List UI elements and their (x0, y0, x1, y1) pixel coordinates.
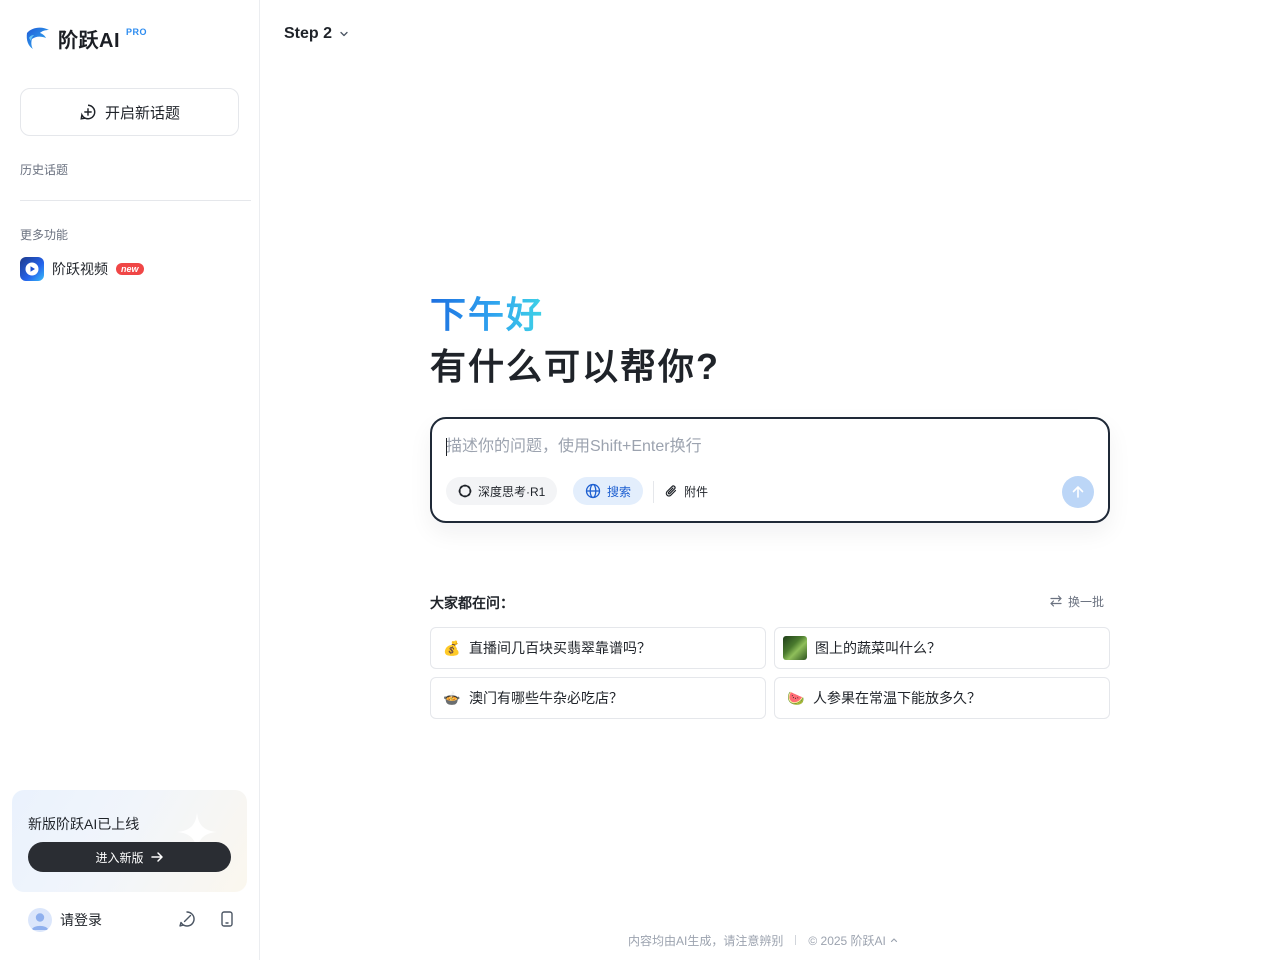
copyright-text: © 2025 阶跃AI (808, 933, 886, 948)
model-selector[interactable]: Step 2 (284, 24, 350, 44)
model-name: Step 2 (284, 25, 333, 42)
new-topic-label: 开启新话题 (104, 104, 180, 122)
ai-disclaimer: 内容均由AI生成，请注意辨别 (628, 933, 784, 948)
add-chat-icon (80, 104, 96, 120)
question-text: 直播间几百块买翡翠靠谱吗？ (469, 640, 651, 656)
atom-icon (458, 484, 472, 498)
sidebar-item-video[interactable]: 阶跃视频 new (20, 257, 144, 281)
refresh-questions-button[interactable]: 换一批 (1049, 593, 1104, 609)
stew-pot-icon: 🍲 (443, 689, 461, 706)
deep-think-toggle[interactable]: 深度思考·R1 (446, 477, 558, 505)
money-bag-icon: 💰 (443, 639, 461, 656)
promo-button-label: 进入新版 (95, 850, 144, 865)
login-label: 请登录 (60, 912, 102, 928)
attachment-button[interactable]: 附件 (652, 477, 720, 505)
deep-think-label: 深度思考·R1 (478, 484, 546, 499)
question-card[interactable]: 🍲 澳门有哪些牛杂必吃店？ (430, 677, 766, 719)
mobile-app-icon[interactable] (218, 910, 236, 928)
greeting-title: 下午好 (430, 286, 544, 338)
popular-questions-title: 大家都在问： (430, 595, 514, 611)
dolphin-logo-icon (26, 27, 49, 49)
paperclip-icon (665, 485, 677, 497)
chat-composer: 深度思考·R1 搜索 附件 (430, 417, 1110, 523)
sidebar-item-label: 阶跃视频 (52, 261, 108, 277)
avatar (28, 908, 52, 932)
question-card[interactable]: 图上的蔬菜叫什么？ (774, 627, 1110, 669)
send-button[interactable] (1062, 476, 1094, 508)
brand-logo[interactable]: 阶跃AI PRO (24, 24, 147, 52)
promo-title: 新版阶跃AI已上线 (28, 816, 140, 832)
brand-name: 阶跃AI (58, 29, 120, 52)
video-play-icon (20, 257, 44, 281)
feedback-icon[interactable] (178, 910, 196, 928)
refresh-label: 换一批 (1068, 594, 1105, 609)
arrow-right-icon (150, 852, 163, 862)
new-badge: new (116, 263, 144, 275)
new-topic-button[interactable]: 开启新话题 (20, 88, 239, 136)
search-toggle[interactable]: 搜索 (573, 477, 644, 505)
sidebar-divider (20, 200, 251, 201)
footer-divider (795, 935, 797, 945)
arrow-up-icon (1072, 486, 1084, 498)
globe-icon (585, 483, 601, 499)
search-label: 搜索 (607, 484, 632, 499)
question-text: 图上的蔬菜叫什么？ (815, 640, 941, 656)
sidebar: 阶跃AI PRO 开启新话题 历史话题 更多功能 阶跃视频 new 新版阶跃AI… (0, 0, 260, 960)
login-button[interactable]: 请登录 (28, 908, 102, 932)
chevron-up-icon (890, 938, 897, 943)
copyright-toggle[interactable]: © 2025 阶跃AI (808, 932, 899, 949)
page-footer: 内容均由AI生成，请注意辨别 © 2025 阶跃AI (628, 932, 899, 948)
brand-tier-badge: PRO (126, 27, 148, 37)
chat-input[interactable] (446, 435, 1086, 459)
vegetable-thumbnail (783, 636, 807, 660)
history-section-label: 历史话题 (20, 163, 69, 177)
chevron-down-icon (340, 31, 348, 37)
watermelon-icon: 🍉 (787, 689, 805, 706)
question-text: 澳门有哪些牛杂必吃店？ (469, 690, 623, 706)
text-caret (446, 438, 447, 456)
app-root: 阶跃AI PRO 开启新话题 历史话题 更多功能 阶跃视频 new 新版阶跃AI… (0, 0, 1280, 960)
question-card[interactable]: 💰 直播间几百块买翡翠靠谱吗？ (430, 627, 766, 669)
question-card[interactable]: 🍉 人参果在常温下能放多久？ (774, 677, 1110, 719)
more-features-label: 更多功能 (20, 228, 69, 242)
greeting-subtitle: 有什么可以帮你? (430, 346, 720, 387)
new-version-promo: 新版阶跃AI已上线 进入新版 (12, 790, 247, 892)
enter-new-version-button[interactable]: 进入新版 (28, 842, 231, 872)
swap-icon (1050, 595, 1062, 607)
question-text: 人参果在常温下能放多久？ (813, 690, 981, 706)
attachment-label: 附件 (684, 484, 709, 499)
